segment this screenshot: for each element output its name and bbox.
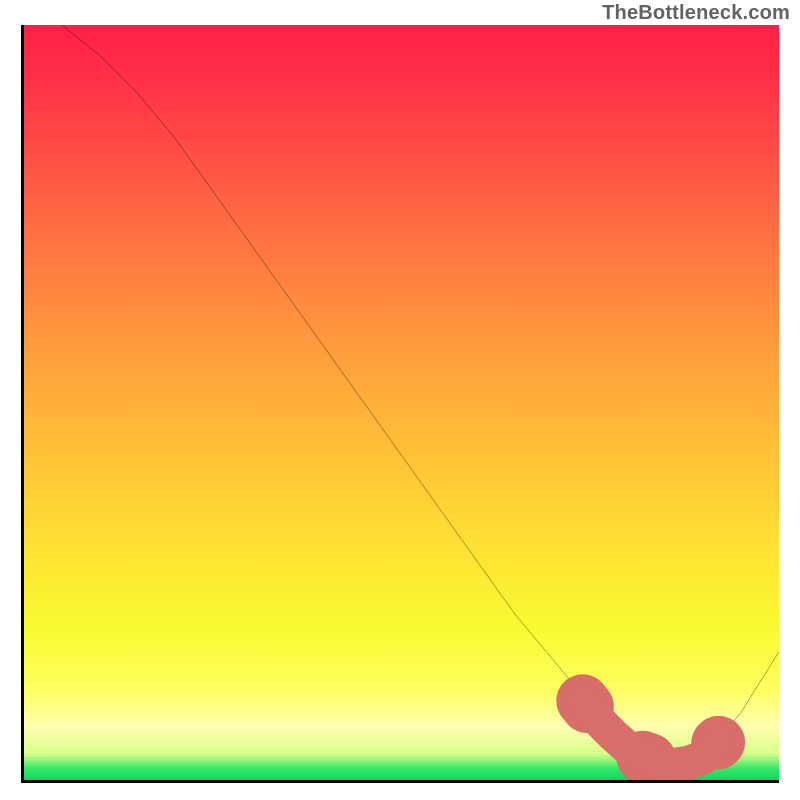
plot-area <box>21 25 779 783</box>
main-curve <box>62 25 779 765</box>
chart-curves <box>24 25 779 780</box>
chart-container: TheBottleneck.com <box>0 0 800 800</box>
attribution-label: TheBottleneck.com <box>602 2 790 25</box>
